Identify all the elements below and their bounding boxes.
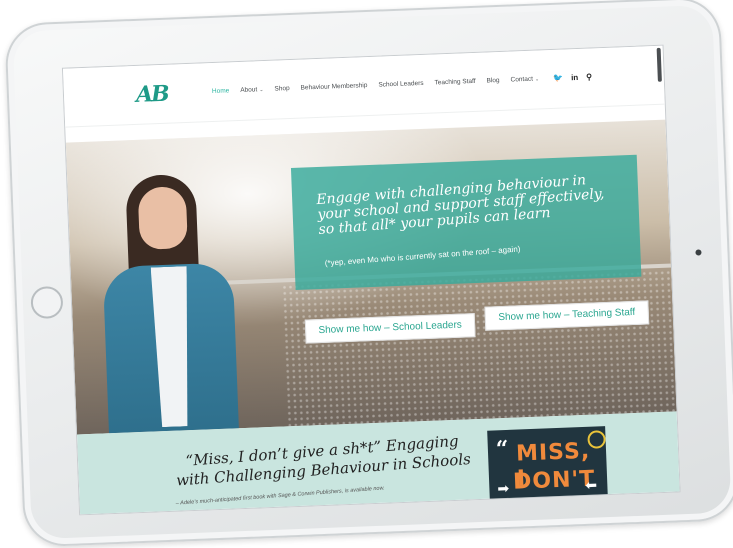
search-icon[interactable]: ⚲ <box>586 72 592 81</box>
hero-headline: Engage with challenging behaviour in you… <box>315 172 605 238</box>
scrollbar[interactable] <box>656 47 662 82</box>
main-nav: Home About ⌄ Shop Behaviour Membership Sc… <box>212 72 592 96</box>
nav-item-about[interactable]: About ⌄ <box>240 86 263 94</box>
nav-item-home[interactable]: Home <box>212 87 230 95</box>
nav-item-school-leaders[interactable]: School Leaders <box>378 80 423 89</box>
social-links: 🐦 in ⚲ <box>553 72 592 82</box>
nav-item-contact-label: Contact <box>510 75 534 84</box>
tablet-frame: AB Home About ⌄ Shop Behaviour Membership… <box>4 0 733 548</box>
site-header: AB Home About ⌄ Shop Behaviour Membership… <box>62 45 665 128</box>
hero-photo-person <box>95 167 240 435</box>
site-logo[interactable]: AB <box>136 81 169 108</box>
nav-item-behaviour-membership[interactable]: Behaviour Membership <box>300 82 367 92</box>
nav-item-shop[interactable]: Shop <box>274 85 289 93</box>
twitter-icon[interactable]: 🐦 <box>553 74 563 83</box>
arrow-left-icon: ⬅ <box>585 476 598 493</box>
website-screen: AB Home About ⌄ Shop Behaviour Membership… <box>61 44 681 516</box>
hero-mesh <box>281 269 677 435</box>
hero-banner: Engage with challenging behaviour in you… <box>65 119 677 435</box>
nav-item-teaching-staff[interactable]: Teaching Staff <box>434 78 475 87</box>
person-face <box>137 186 188 250</box>
arrow-right-icon: ➡ <box>497 479 510 497</box>
home-button[interactable] <box>30 285 64 320</box>
book-cover-image[interactable]: “ MISS, I DON'T ➡ ⬅ <box>487 426 609 511</box>
linkedin-icon[interactable]: in <box>571 73 578 82</box>
camera-icon <box>695 249 702 256</box>
nav-item-contact[interactable]: Contact ⌄ <box>510 75 540 84</box>
book-cover-quote: “ <box>495 435 510 463</box>
book-cover-line2: DON'T <box>512 466 596 495</box>
nav-item-blog[interactable]: Blog <box>486 77 499 84</box>
chevron-down-icon: ⌄ <box>259 87 264 94</box>
chevron-down-icon: ⌄ <box>534 76 540 83</box>
hero-message-box: Engage with challenging behaviour in you… <box>290 154 642 290</box>
hero-subline: (*yep, even Mo who is currently sat on t… <box>324 244 521 268</box>
nav-item-about-label: About <box>240 86 258 94</box>
